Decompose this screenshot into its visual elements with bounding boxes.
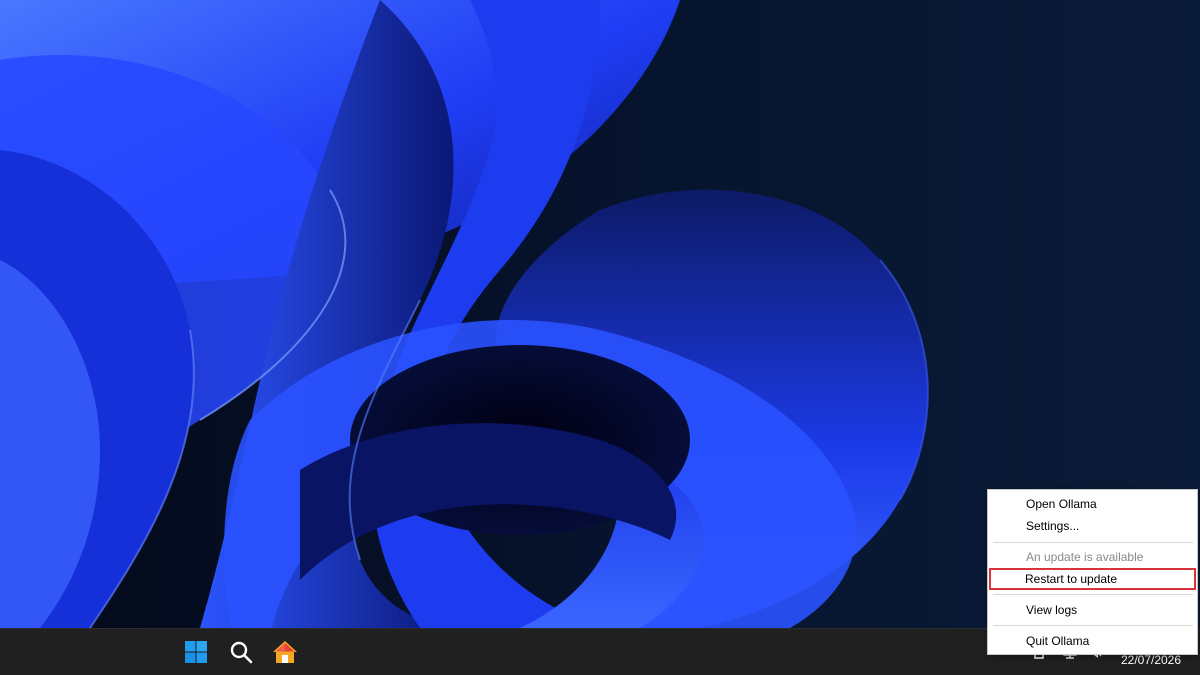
menu-separator — [993, 594, 1193, 595]
ollama-tray-context-menu: Open Ollama Settings... An update is ava… — [987, 489, 1198, 655]
menu-item-restart-to-update[interactable]: Restart to update — [989, 568, 1196, 590]
tray-date[interactable]: 22/07/2026 — [1112, 653, 1190, 667]
menu-separator — [993, 625, 1193, 626]
menu-item-open-ollama[interactable]: Open Ollama — [990, 493, 1195, 515]
menu-item-settings[interactable]: Settings... — [990, 515, 1195, 537]
menu-separator — [993, 542, 1193, 543]
desktop-screen: 22/07/2026 Open Ollama Settings... An up… — [0, 0, 1200, 675]
windows-start-icon[interactable] — [181, 637, 211, 667]
menu-item-quit-ollama[interactable]: Quit Ollama — [990, 630, 1195, 652]
search-icon[interactable] — [226, 637, 256, 667]
menu-item-update-available: An update is available — [1026, 550, 1144, 564]
home-icon[interactable] — [270, 637, 300, 667]
menu-item-view-logs[interactable]: View logs — [990, 599, 1195, 621]
